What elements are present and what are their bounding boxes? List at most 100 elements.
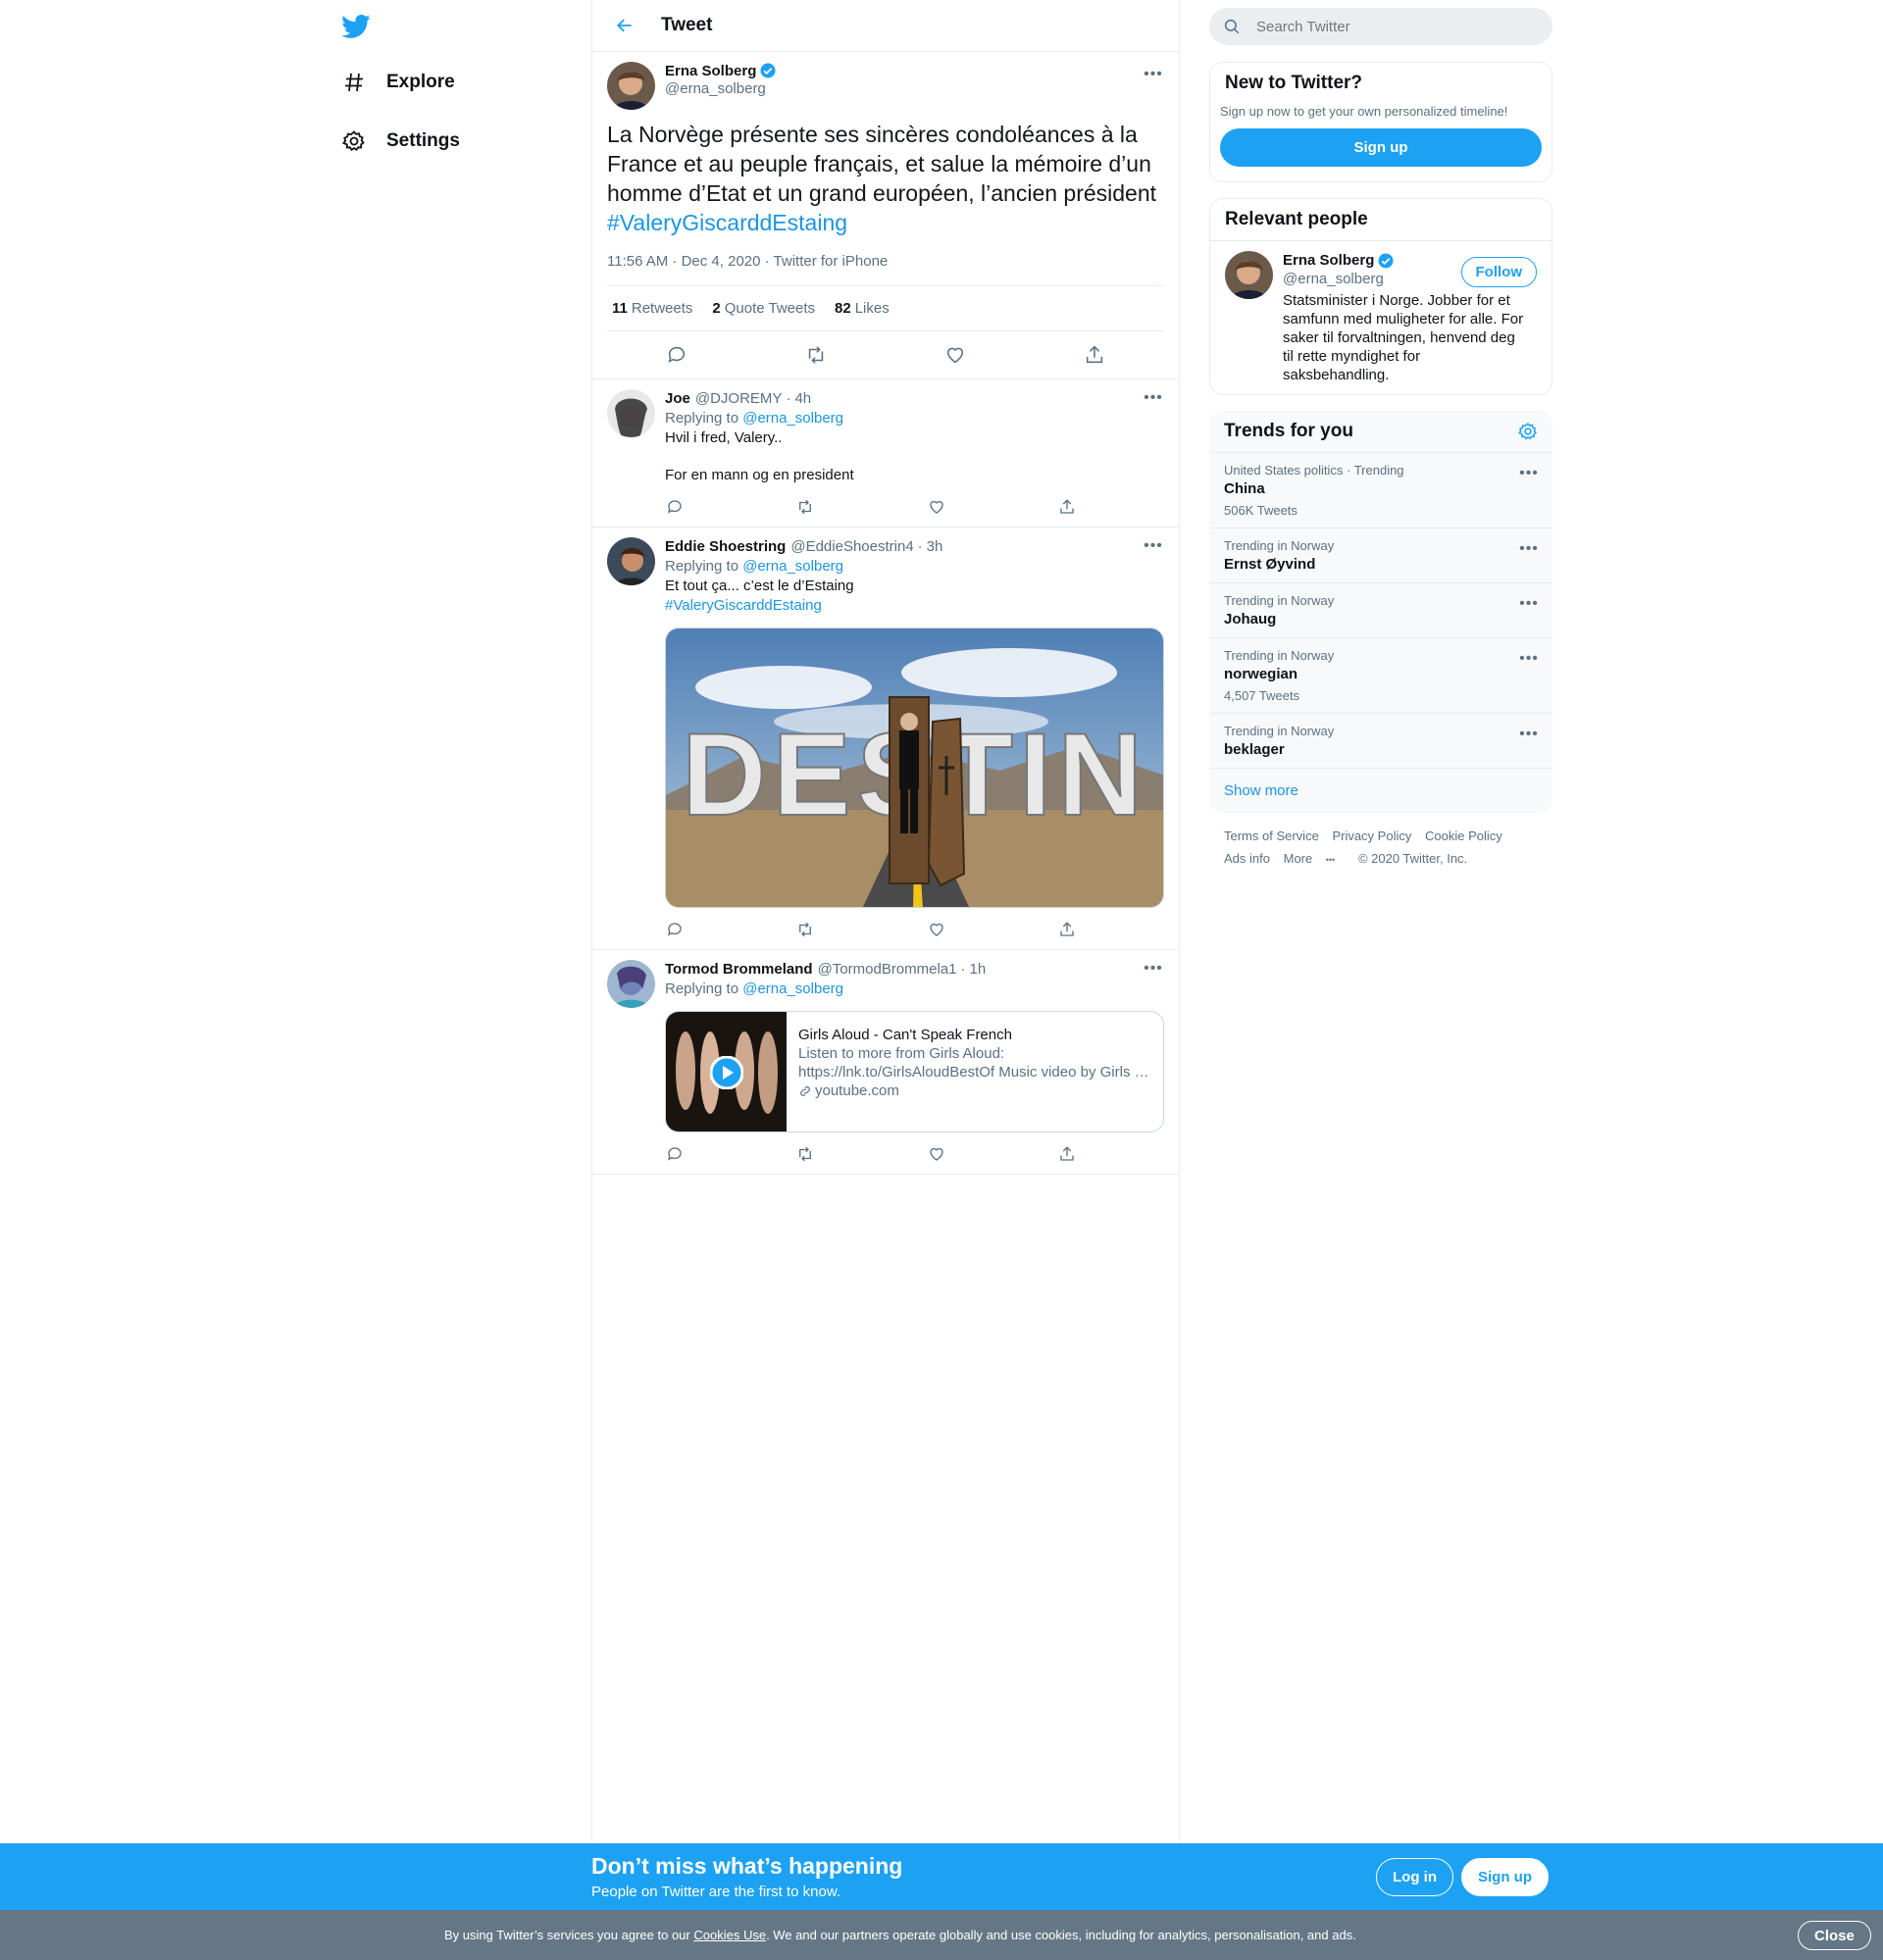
card-description: Listen to more from Girls Aloud: [798,1045,1005,1062]
reply-author-name[interactable]: Tormod Brommeland [665,960,813,980]
reply-author-name[interactable]: Eddie Shoestring [665,537,786,557]
reply-icon[interactable] [665,920,685,939]
trend-item[interactable]: Trending in Norway beklager ••• [1209,714,1552,769]
nav-settings[interactable]: Settings [341,122,460,161]
retweet-icon[interactable] [795,920,815,939]
like-icon[interactable] [943,343,967,367]
tweet-stats: 11 Retweets 2 Quote Tweets 82 Likes [607,286,1164,331]
gear-icon [341,128,367,154]
more-dots-icon[interactable]: ••• [1144,960,1163,977]
terms-link[interactable]: Terms of Service [1224,829,1319,843]
trend-item[interactable]: Trending in Norway Ernst Øyvind ••• [1209,528,1552,583]
avatar[interactable] [607,537,655,585]
hashtag-link[interactable]: #ValeryGiscarddEstaing [665,597,822,614]
footer-links: Terms of Service Privacy Policy Cookie P… [1209,813,1552,883]
share-icon[interactable] [1057,920,1077,939]
relevant-person[interactable]: Erna Solberg @erna_solberg Statsminister… [1210,240,1552,394]
login-button[interactable]: Log in [1376,1858,1453,1896]
reply-author-name[interactable]: Joe [665,389,690,409]
link-icon [800,1085,810,1096]
author-handle[interactable]: @erna_solberg [665,80,777,97]
share-icon[interactable] [1083,343,1106,367]
reply-author-handle[interactable]: @DJOREMY [695,389,783,409]
privacy-link[interactable]: Privacy Policy [1332,829,1411,843]
back-arrow-icon[interactable] [610,11,639,40]
search-input[interactable] [1254,17,1509,36]
more-dots-icon[interactable]: ••• [1144,537,1163,554]
retweet-icon[interactable] [795,497,815,517]
play-icon[interactable] [709,1055,744,1090]
more-link[interactable]: More ••• [1284,851,1346,866]
nav-explore[interactable]: Explore [341,63,455,102]
trend-topic: beklager [1224,741,1285,758]
replying-label: Replying to [665,980,739,997]
ads-info-link[interactable]: Ads info [1224,851,1270,866]
reply-author-handle[interactable]: @TormodBrommela1 [818,960,957,980]
reply-icon[interactable] [665,1144,685,1164]
more-link-label: More [1283,851,1313,866]
more-dots-icon[interactable]: ••• [1519,650,1539,667]
replying-to-link[interactable]: @erna_solberg [742,980,843,997]
like-icon[interactable] [927,497,946,517]
follow-button[interactable]: Follow [1460,257,1537,287]
more-dots-icon[interactable]: ••• [1144,66,1163,82]
copyright: © 2020 Twitter, Inc. [1357,851,1468,866]
gear-icon[interactable] [1518,422,1538,441]
reply-tweet[interactable]: Eddie Shoestring @EddieShoestrin4 · 3h Repl… [592,528,1179,950]
person-name[interactable]: Erna Solberg [1283,251,1395,270]
trend-item[interactable]: United States politics · Trending China … [1209,453,1552,528]
likes-stat[interactable]: 82 Likes [835,300,890,317]
card-thumbnail[interactable] [666,1012,787,1131]
trend-context: Trending in Norway [1224,538,1335,553]
more-dots-icon[interactable]: ••• [1519,726,1539,742]
trend-context: United States politics · Trending [1224,463,1404,477]
tweet-meta[interactable]: 11:56 AM · Dec 4, 2020 · Twitter for iPh… [607,253,1164,286]
retweet-icon[interactable] [795,1144,815,1164]
reply-tweet[interactable]: Joe @DJOREMY · 4h Replying to @erna_solberg… [592,379,1179,528]
link-card[interactable]: Girls Aloud - Can't Speak French Listen … [665,1011,1164,1132]
tweet-media-image[interactable]: DESTIN [665,628,1164,908]
quotes-label: Quote Tweets [724,300,816,317]
reply-icon[interactable] [665,343,688,367]
hashtag-link[interactable]: #ValeryGiscarddEstaing [607,210,847,235]
banner-signup-button[interactable]: Sign up [1461,1858,1549,1896]
show-more-link[interactable]: Show more [1209,769,1552,813]
cookies-use-link[interactable]: Cookies Use [693,1928,766,1942]
like-icon[interactable] [927,920,946,939]
replying-to-link[interactable]: @erna_solberg [742,410,843,427]
search-box[interactable] [1209,8,1552,45]
avatar[interactable] [1225,251,1273,299]
author-name-text: Erna Solberg [665,62,757,79]
more-dots-icon[interactable]: ••• [1519,465,1539,481]
quotes-stat[interactable]: 2 Quote Tweets [712,300,815,317]
more-dots-icon[interactable]: ••• [1519,540,1539,557]
reply-time[interactable]: 3h [927,537,943,557]
share-icon[interactable] [1057,497,1077,517]
trend-item[interactable]: Trending in Norway norwegian 4,507 Tweet… [1209,638,1552,714]
trend-context: Trending in Norway [1224,648,1335,663]
author-name[interactable]: Erna Solberg [665,62,777,79]
reply-time[interactable]: 4h [794,389,811,409]
retweets-stat[interactable]: 11 Retweets [612,300,692,317]
reply-icon[interactable] [665,497,685,517]
close-button[interactable]: Close [1798,1921,1871,1950]
reply-tweet[interactable]: Tormod Brommeland @TormodBrommela1 · 1h Rep… [592,950,1179,1175]
banner-title: Don’t miss what’s happening [591,1853,903,1879]
cookie-policy-link[interactable]: Cookie Policy [1425,829,1502,843]
avatar[interactable] [607,62,655,110]
more-dots-icon[interactable]: ••• [1144,389,1163,406]
avatar[interactable] [607,960,655,1008]
retweets-count: 11 [612,300,628,317]
reply-time[interactable]: 1h [970,960,987,980]
retweet-icon[interactable] [804,343,828,367]
trend-item[interactable]: Trending in Norway Johaug ••• [1209,583,1552,638]
signup-button[interactable]: Sign up [1220,128,1542,167]
replying-to-link[interactable]: @erna_solberg [742,558,843,575]
signup-banner: Don’t miss what’s happening People on Tw… [0,1843,1883,1910]
more-dots-icon[interactable]: ••• [1519,595,1539,612]
avatar[interactable] [607,389,655,437]
share-icon[interactable] [1057,1144,1077,1164]
like-icon[interactable] [927,1144,946,1164]
twitter-logo-icon[interactable] [341,12,375,41]
reply-author-handle[interactable]: @EddieShoestrin4 [790,537,913,557]
